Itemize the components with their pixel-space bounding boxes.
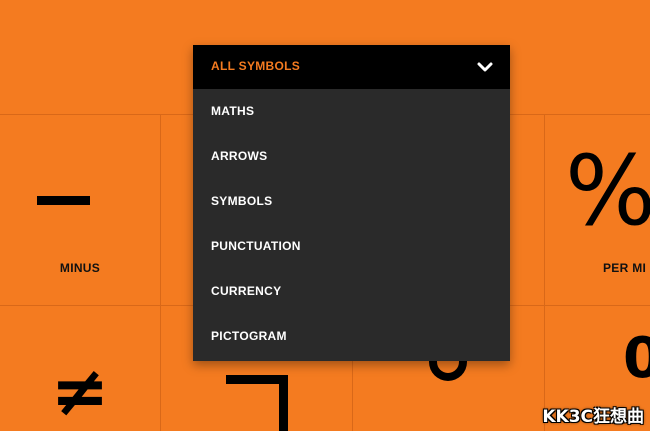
symbol-tile-minus[interactable]: MINUS xyxy=(0,115,160,305)
dropdown-option-punctuation[interactable]: PUNCTUATION xyxy=(193,224,510,269)
symbol-label: PER MI xyxy=(603,261,647,275)
dropdown-option-pictogram[interactable]: PICTOGRAM xyxy=(193,314,510,361)
symbol-tile-not-equal[interactable]: ≠ xyxy=(0,306,160,431)
dropdown-option-currency[interactable]: CURRENCY xyxy=(193,269,510,314)
not-sign-glyph-stem xyxy=(279,375,288,431)
dropdown-toggle[interactable]: ALL SYMBOLS xyxy=(193,45,510,89)
chevron-down-icon[interactable] xyxy=(476,58,494,76)
symbol-tile-percent[interactable]: % PER MI xyxy=(545,115,650,305)
not-equal-glyph: ≠ xyxy=(50,350,110,431)
degree-glyph xyxy=(429,359,467,381)
dropdown-option-symbols[interactable]: SYMBOLS xyxy=(193,179,510,224)
dropdown-option-arrows[interactable]: ARROWS xyxy=(193,134,510,179)
dropdown-menu: MATHS ARROWS SYMBOLS PUNCTUATION CURRENC… xyxy=(193,89,510,361)
category-dropdown[interactable]: ALL SYMBOLS MATHS ARROWS SYMBOLS PUNCTUA… xyxy=(193,45,510,361)
watermark: KK3C狂想曲 xyxy=(542,407,644,427)
percent-glyph: % xyxy=(565,135,650,247)
dropdown-selected-label: ALL SYMBOLS xyxy=(211,59,301,73)
symbol-label: MINUS xyxy=(59,261,101,275)
dropdown-option-maths[interactable]: MATHS xyxy=(193,89,510,134)
minus-glyph xyxy=(37,196,90,205)
zero-glyph: 0 xyxy=(623,326,650,391)
